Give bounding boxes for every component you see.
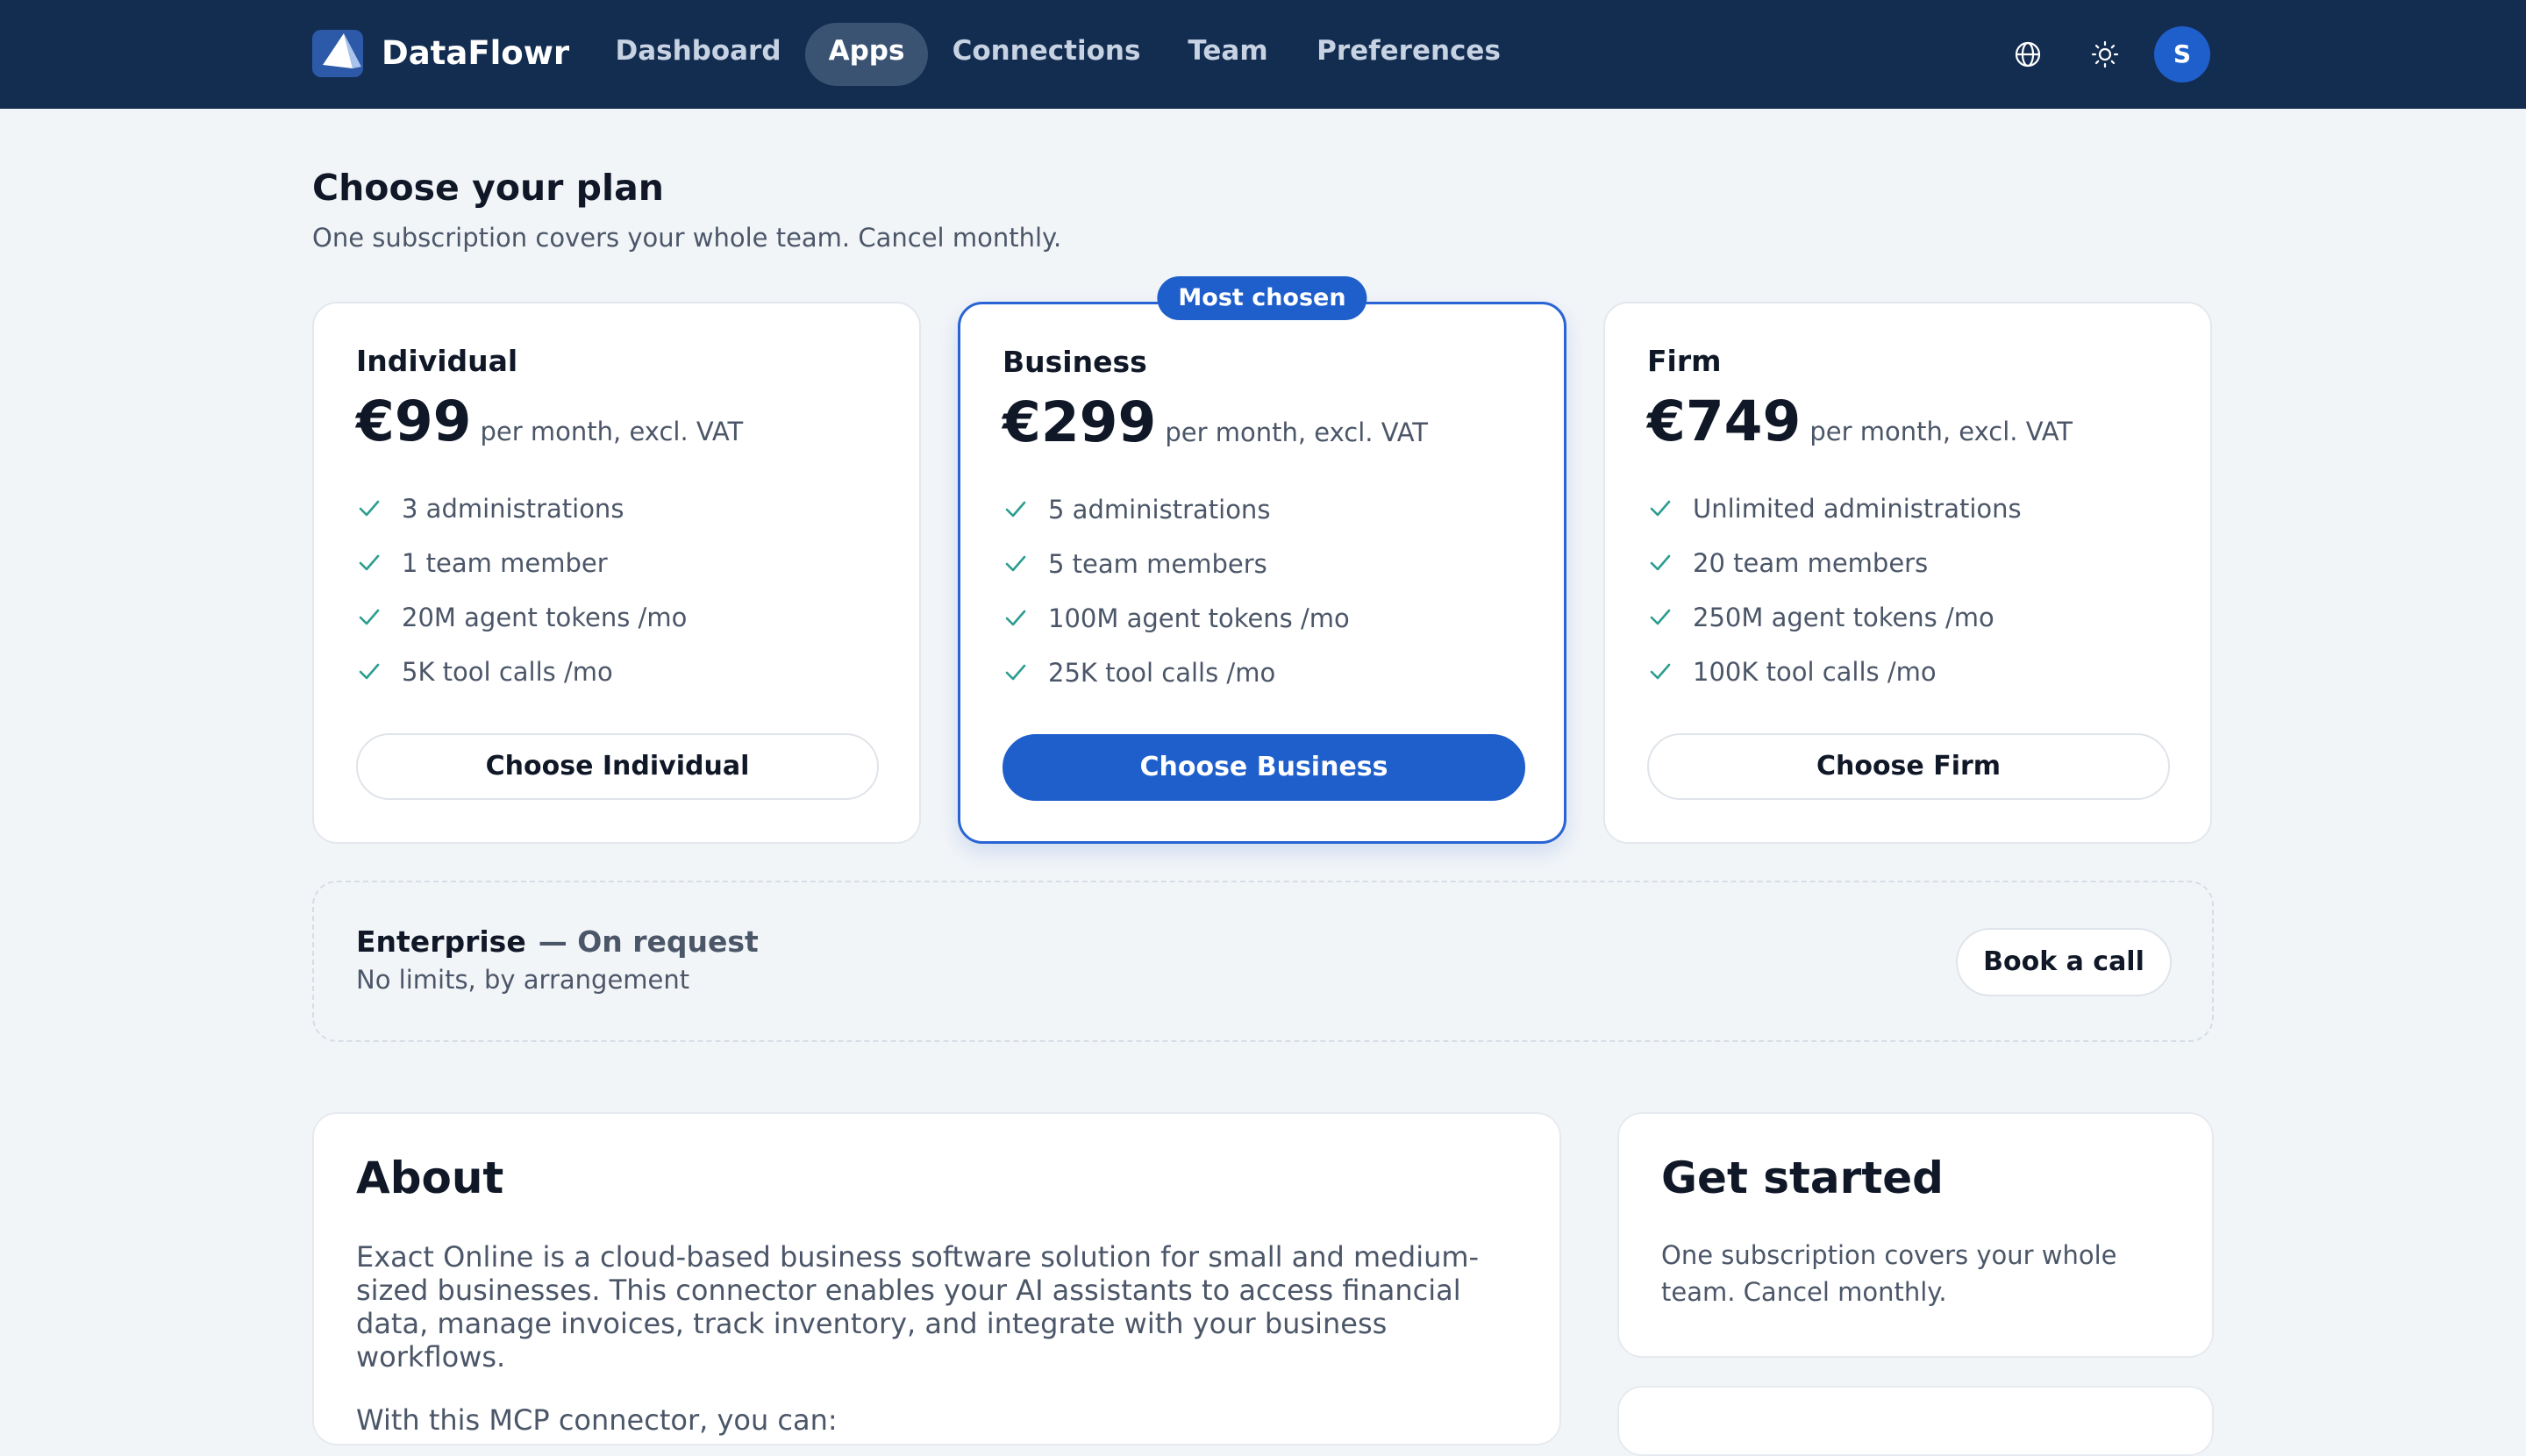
plan-feature: Unlimited administrations [1647,491,2022,526]
plan-period: per month, excl. VAT [1809,417,2073,446]
check-icon [1650,663,1671,680]
brand-name[interactable]: DataFlowr [382,32,569,75]
check-icon [359,554,380,571]
about-list-intro: With this MCP connector, you can: [356,1403,838,1437]
page-title: Choose your plan [312,167,664,209]
plan-price: €749 [1647,389,1802,453]
enterprise-subtitle: No limits, by arrangement [356,965,690,995]
top-nav-bar: DataFlowr Dashboard Apps Connections Tea… [0,0,2526,109]
sun-icon[interactable] [2084,33,2126,75]
plan-feature: 250M agent tokens /mo [1647,600,1994,635]
enterprise-plan: Enterprise — On request No limits, by arr… [312,881,2214,1042]
plan-price-row: €99 per month, excl. VAT [356,389,743,453]
nav-preferences[interactable]: Preferences [1309,23,1509,86]
plan-price: €99 [356,389,472,453]
plan-feature: 20M agent tokens /mo [356,600,687,635]
get-started-title: Get started [1661,1153,1944,1203]
check-icon [1650,609,1671,625]
about-text: Exact Online is a cloud-based business s… [356,1240,1480,1374]
plan-feature: 1 team member [356,546,608,581]
nav-apps[interactable]: Apps [805,23,928,86]
plan-card-individual: Individual €99 per month, excl. VAT 3 adm… [312,302,921,844]
plan-feature: 5 administrations [1003,492,1270,527]
plan-price: €299 [1003,390,1157,454]
page-subtitle: One subscription covers your whole team.… [312,223,1062,253]
check-icon [359,663,380,680]
check-icon [359,609,380,625]
enterprise-request: — On request [538,924,759,959]
plan-name: Firm [1647,344,1722,378]
choose-firm-button[interactable]: Choose Firm [1647,733,2170,800]
about-panel: About Exact Online is a cloud-based busi… [312,1112,1561,1445]
enterprise-name: Enterprise [356,924,526,959]
plan-feature: 5K tool calls /mo [356,654,613,689]
globe-icon[interactable] [2007,33,2049,75]
nav-team[interactable]: Team [1165,23,1291,86]
check-icon [1650,554,1671,571]
plan-price-row: €299 per month, excl. VAT [1003,390,1428,454]
dataflowr-logo-icon [312,30,363,77]
plan-feature: 20 team members [1647,546,1928,581]
check-icon [1005,501,1026,517]
get-started-text: One subscription covers your whole team.… [1661,1240,2117,1307]
most-chosen-badge: Most chosen [1157,276,1367,320]
user-avatar[interactable]: S [2154,26,2210,82]
plan-name: Individual [356,344,518,378]
check-icon [1005,664,1026,681]
secondary-panel [1617,1386,2214,1456]
book-a-call-button[interactable]: Book a call [1956,928,2172,996]
nav-connections[interactable]: Connections [945,23,1147,86]
nav-dashboard[interactable]: Dashboard [609,23,788,86]
plan-feature: 25K tool calls /mo [1003,655,1275,690]
plan-feature: 100M agent tokens /mo [1003,601,1350,636]
check-icon [359,500,380,517]
plan-feature: 3 administrations [356,491,624,526]
plan-feature: 100K tool calls /mo [1647,654,1937,689]
check-icon [1650,500,1671,517]
choose-business-button[interactable]: Choose Business [1003,734,1525,801]
choose-individual-button[interactable]: Choose Individual [356,733,879,800]
check-icon [1005,610,1026,626]
plan-name: Business [1003,345,1147,379]
plan-card-firm: Firm €749 per month, excl. VAT Unlimited … [1603,302,2212,844]
plan-price-row: €749 per month, excl. VAT [1647,389,2073,453]
enterprise-title: Enterprise — On request [356,924,759,959]
about-title: About [356,1153,504,1203]
plan-feature: 5 team members [1003,546,1267,582]
get-started-panel: Get started One subscription covers your… [1617,1112,2214,1358]
plan-card-business: Most chosen Business €299 per month, excl… [958,276,1566,844]
plan-period: per month, excl. VAT [1165,418,1429,447]
plan-period: per month, excl. VAT [480,417,744,446]
check-icon [1005,555,1026,572]
